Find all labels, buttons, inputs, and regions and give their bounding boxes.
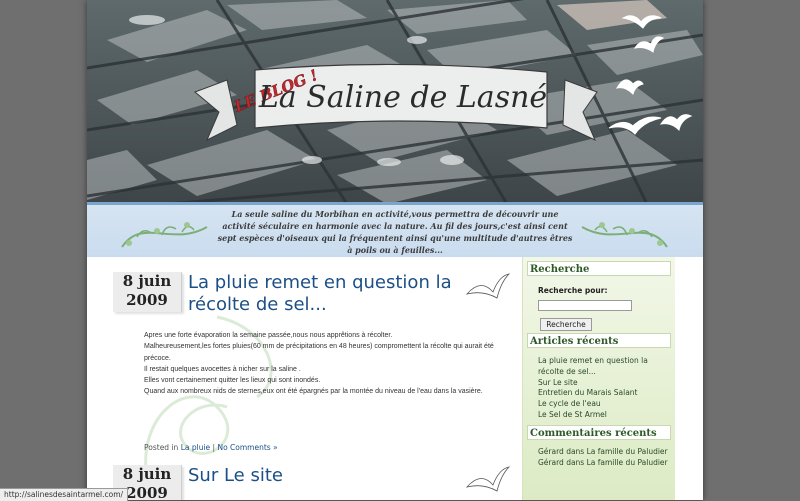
recent-post-link[interactable]: Le Sel de St Armel [538,410,668,421]
post-paragraph: Elles vont certainement quitter les lieu… [144,377,321,385]
status-bar-url: http://salinesdesaintarmel.com/ [0,488,129,501]
recent-comments-title: Commentaires récents [527,425,671,440]
comments-link[interactable]: No Comments » [217,443,277,452]
post-title[interactable]: La pluie remet en question la récolte de… [188,272,488,316]
recent-posts-title: Articles récents [527,333,671,348]
recent-post-link[interactable]: Entretien du Marais Salant [538,388,668,399]
post-content: Apres une forte évaporation la semaine p… [144,330,508,398]
tagline-strip: La seule saline du Morbihan en activité,… [87,205,703,257]
site-title[interactable]: La Saline de Lasné [258,80,547,115]
blog-page: LE BLOG ! La Saline de Lasné La seule sa… [87,0,703,500]
recent-post-link[interactable]: La pluie remet en question la récolte de… [538,356,668,378]
sidebar: Recherche Recherche pour: Recherche Arti… [522,257,675,500]
blog-post: 8 juin 2009 Sur Le site [113,465,511,500]
post-date: 8 juin 2009 [113,272,182,312]
recent-comments-list: Gérard dans La famille du Paludier Gérar… [538,447,668,469]
post-meta: Posted in La pluie | No Comments » [144,443,278,452]
vine-ornament-right [581,222,668,248]
site-tagline: La seule saline du Morbihan en activité,… [217,209,573,255]
recent-comment-link[interactable]: Gérard dans La famille du Paludier [538,458,668,469]
category-link[interactable]: La pluie [181,443,210,452]
post-title[interactable]: Sur Le site [188,465,488,487]
site-header: LE BLOG ! La Saline de Lasné [87,0,703,204]
recent-comment-link[interactable]: Gérard dans La famille du Paludier [538,447,668,458]
posted-in-label: Posted in [144,443,179,452]
recent-post-link[interactable]: Le cycle de l'eau [538,399,668,410]
recent-post-link[interactable]: Sur Le site [538,378,668,389]
post-paragraph: Quand aux nombreux nids de sternes,eux o… [144,388,483,396]
search-widget-title: Recherche [527,261,671,276]
post-paragraph: Apres une forte évaporation la semaine p… [144,332,393,339]
post-date-day: 8 juin [122,272,172,290]
post-paragraph: Malheureusement,les fortes pluies(60 mm … [144,343,494,362]
post-date-year: 2009 [126,291,168,309]
post-paragraph: Il restait quelques avocettes à nicher s… [144,365,301,373]
vine-ornament-left [121,222,208,248]
blog-post: 8 juin 2009 La pluie remet en question l… [113,272,511,472]
salt-marsh-photo: LE BLOG ! La Saline de Lasné [87,0,703,204]
search-button[interactable]: Recherche [540,318,592,331]
seagull-icon [465,466,511,492]
search-label: Recherche pour: [538,286,608,295]
seagull-icon [465,273,511,299]
recent-posts-list: La pluie remet en question la récolte de… [538,356,668,421]
search-input[interactable] [538,300,632,311]
post-date-day: 8 juin [122,465,172,483]
meta-separator: | [212,443,216,452]
